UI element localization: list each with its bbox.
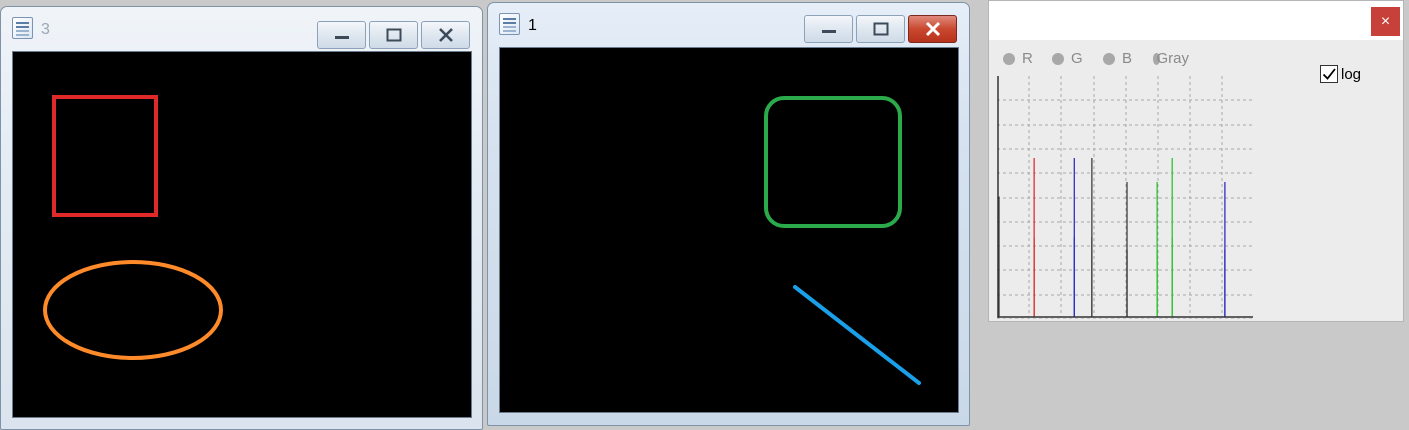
document-icon [499, 13, 520, 35]
close-icon [925, 21, 940, 37]
maximize-button[interactable] [856, 15, 905, 43]
radio-label: Gray [1156, 50, 1189, 67]
maximize-icon [873, 22, 888, 36]
radio-label: B [1122, 50, 1133, 67]
maximize-icon [386, 28, 401, 42]
window-3[interactable]: 3 [0, 6, 483, 430]
radio-r[interactable]: R [1003, 50, 1033, 67]
histogram-grid [997, 76, 1254, 319]
drawing-area [764, 96, 921, 385]
close-button[interactable] [421, 21, 470, 49]
radio-label: R [1022, 50, 1033, 67]
image-canvas[interactable] [12, 51, 472, 418]
window-title: 1 [528, 17, 537, 34]
minimize-icon [334, 36, 349, 39]
radio-g[interactable]: G [1052, 50, 1083, 67]
radio-icon [1052, 52, 1064, 65]
radio-gray[interactable]: Gray [1153, 50, 1189, 67]
radio-icon [1003, 52, 1015, 65]
radio-b[interactable]: B [1103, 50, 1132, 67]
histogram-bars [998, 157, 1226, 317]
window-title: 3 [41, 21, 50, 38]
check-icon [1322, 68, 1336, 80]
drawing-area [43, 95, 223, 360]
blue-line [793, 285, 921, 385]
radio-label: G [1071, 50, 1083, 67]
close-button[interactable]: × [1371, 7, 1400, 36]
close-icon [438, 28, 453, 42]
image-canvas[interactable] [499, 47, 959, 413]
log-label: log [1341, 65, 1362, 83]
minimize-icon [821, 30, 836, 33]
checkbox[interactable] [1320, 65, 1338, 83]
green-rounded-rectangle [764, 96, 902, 228]
red-rectangle [52, 95, 158, 217]
document-icon [12, 17, 33, 39]
minimize-button[interactable] [804, 15, 853, 43]
histogram-panel: × R G B Gray log [988, 0, 1404, 322]
orange-ellipse [43, 260, 223, 360]
minimize-button[interactable] [317, 21, 366, 49]
radio-icon [1103, 52, 1115, 65]
histogram-chart [997, 76, 1254, 319]
log-checkbox[interactable]: log [1320, 65, 1361, 83]
maximize-button[interactable] [369, 21, 418, 49]
window-1[interactable]: 1 [487, 2, 970, 426]
close-button[interactable] [908, 15, 957, 43]
histogram-titlebar: × [989, 1, 1403, 40]
